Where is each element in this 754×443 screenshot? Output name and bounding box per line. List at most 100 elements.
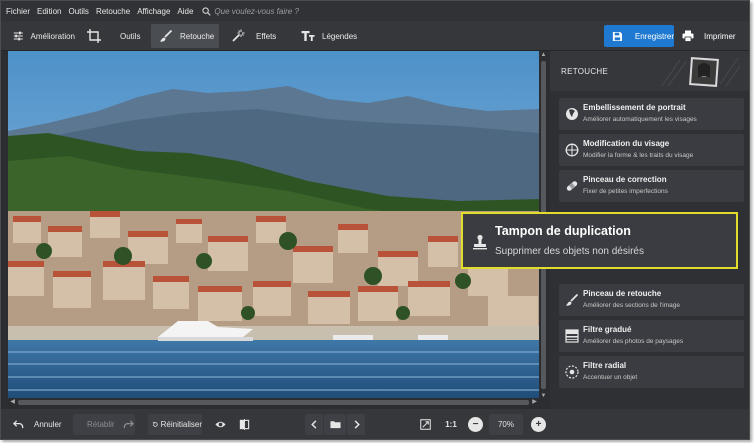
zoom-in-button[interactable]: + xyxy=(531,417,546,432)
horizontal-scroll-thumb[interactable] xyxy=(18,400,529,405)
chevron-left-icon xyxy=(310,420,316,429)
tab-label: Effets xyxy=(256,31,277,41)
gradient-icon xyxy=(565,329,579,343)
tab-label: Amélioration xyxy=(30,31,75,41)
menu-outils[interactable]: Outils xyxy=(68,7,88,16)
chevron-right-icon xyxy=(354,420,360,429)
compare-icon xyxy=(239,419,249,430)
horizontal-scrollbar[interactable]: ◀ ▶ xyxy=(8,398,539,407)
bandage-icon xyxy=(566,181,578,191)
tool-desc: Modifier la forme & les traits du visage xyxy=(583,152,694,159)
printer-icon xyxy=(682,30,694,42)
photo-editor-window: Fichier Edition Outils Retouche Affichag… xyxy=(0,0,750,440)
panel-header: RETOUCHE xyxy=(550,51,749,91)
tool-pinceau-retouche[interactable]: Pinceau de retouche Améliorer des sectio… xyxy=(559,284,744,316)
tool-title: Pinceau de correction xyxy=(583,175,667,184)
menu-affichage[interactable]: Affichage xyxy=(137,7,170,16)
menu-retouche[interactable]: Retouche xyxy=(96,7,130,16)
actual-size-label: 1:1 xyxy=(445,420,457,429)
print-button[interactable]: Imprimer xyxy=(678,25,748,47)
callout-desc: Supprimer des objets non désirés xyxy=(495,246,644,257)
reset-label: Réinitialiser xyxy=(160,420,202,429)
tool-title: Embellissement de portrait xyxy=(583,103,686,112)
redo-label: Rétablir xyxy=(87,420,115,429)
reset-button[interactable]: Réinitialiser xyxy=(148,414,202,435)
photo-image xyxy=(8,51,539,401)
redo-icon xyxy=(123,420,134,429)
brush-icon xyxy=(566,293,579,306)
crop-icon xyxy=(87,29,101,43)
tool-desc: Améliorer des photos de paysages xyxy=(583,338,684,345)
actual-size-button[interactable]: 1:1 xyxy=(443,414,459,435)
tool-pinceau-correction[interactable]: Pinceau de correction Fixer de petites i… xyxy=(559,170,744,202)
eye-icon xyxy=(214,421,226,428)
scroll-up-icon[interactable]: ▲ xyxy=(539,51,548,60)
bottom-toolbar: Annuler Rétablir Réinitialiser 1:1 − 70%… xyxy=(1,409,749,439)
tool-tampon-duplication[interactable]: Tampon de duplication Supprimer des obje… xyxy=(461,212,738,269)
tab-effets[interactable]: Effets xyxy=(223,24,289,48)
plus-icon: + xyxy=(535,419,542,430)
tab-label: Légendes xyxy=(322,31,358,41)
brush-icon xyxy=(160,29,173,42)
tool-title: Pinceau de retouche xyxy=(583,289,662,298)
tool-modification-visage[interactable]: Modification du visage Modifier la forme… xyxy=(559,134,744,166)
tool-desc: Améliorer des sections de l'image xyxy=(583,302,680,309)
tool-filtre-gradue[interactable]: Filtre gradué Améliorer des photos de pa… xyxy=(559,320,744,352)
tab-label: Outils xyxy=(120,31,141,41)
tab-outils[interactable]: Outils xyxy=(79,24,147,48)
print-label: Imprimer xyxy=(704,31,736,41)
tab-label: Retouche xyxy=(180,31,215,41)
callout-title: Tampon de duplication xyxy=(495,224,631,238)
save-label: Enregistrer xyxy=(634,31,674,41)
open-folder-button[interactable] xyxy=(324,414,346,435)
menu-edition[interactable]: Edition xyxy=(37,7,61,16)
scroll-left-icon[interactable]: ◀ xyxy=(8,398,17,407)
search-box[interactable]: Que voulez-vous faire ? xyxy=(202,7,299,16)
scroll-down-icon[interactable]: ▼ xyxy=(539,392,548,401)
zoom-level-field[interactable]: 70% xyxy=(489,414,523,435)
tool-desc: Accentuer un objet xyxy=(583,374,638,381)
stamp-icon xyxy=(473,234,487,250)
tool-desc: Fixer de petites imperfections xyxy=(583,188,668,195)
menu-fichier[interactable]: Fichier xyxy=(6,7,30,16)
face-icon xyxy=(566,108,578,120)
zoom-out-button[interactable]: − xyxy=(468,417,483,432)
panel-title: RETOUCHE xyxy=(561,67,609,76)
tool-title: Filtre radial xyxy=(583,361,627,370)
tool-title: Modification du visage xyxy=(583,139,670,148)
redo-button[interactable]: Rétablir xyxy=(73,414,135,435)
sliders-icon xyxy=(13,31,23,41)
portrait-thumbnail-image xyxy=(660,56,740,88)
zoom-level: 70% xyxy=(497,420,514,429)
search-icon xyxy=(202,6,212,16)
minus-icon: − xyxy=(472,419,479,430)
face-outline-icon xyxy=(565,143,579,157)
tool-desc: Améliorer automatiquement les visages xyxy=(583,116,697,123)
undo-button[interactable]: Annuler xyxy=(9,414,69,435)
previous-photo-button[interactable] xyxy=(305,414,323,435)
save-button[interactable]: Enregistrer xyxy=(604,25,674,47)
search-placeholder: Que voulez-vous faire ? xyxy=(214,6,299,16)
menu-aide[interactable]: Aide xyxy=(177,7,193,16)
fit-screen-icon xyxy=(419,419,431,430)
tool-embellissement-portrait[interactable]: Embellissement de portrait Améliorer aut… xyxy=(559,98,744,130)
fit-to-screen-button[interactable] xyxy=(417,414,433,435)
undo-label: Annuler xyxy=(34,420,62,429)
magic-wand-icon xyxy=(232,29,245,42)
tool-filtre-radial[interactable]: Filtre radial Accentuer un objet xyxy=(559,356,744,388)
tab-legendes[interactable]: Légendes xyxy=(293,24,359,48)
folder-icon xyxy=(329,421,341,429)
compare-button[interactable] xyxy=(235,414,253,435)
reset-icon xyxy=(152,421,158,427)
next-photo-button[interactable] xyxy=(347,414,365,435)
preview-button[interactable] xyxy=(211,414,229,435)
tab-retouche[interactable]: Retouche xyxy=(151,24,219,48)
menu-bar: Fichier Edition Outils Retouche Affichag… xyxy=(1,1,749,21)
floppy-icon xyxy=(612,31,622,41)
tab-amelioration[interactable]: Amélioration xyxy=(5,24,75,48)
photo-canvas[interactable] xyxy=(8,51,539,401)
tool-title: Filtre gradué xyxy=(583,325,632,334)
scroll-right-icon[interactable]: ▶ xyxy=(530,398,539,407)
radial-icon xyxy=(565,365,579,379)
undo-icon xyxy=(13,420,24,429)
